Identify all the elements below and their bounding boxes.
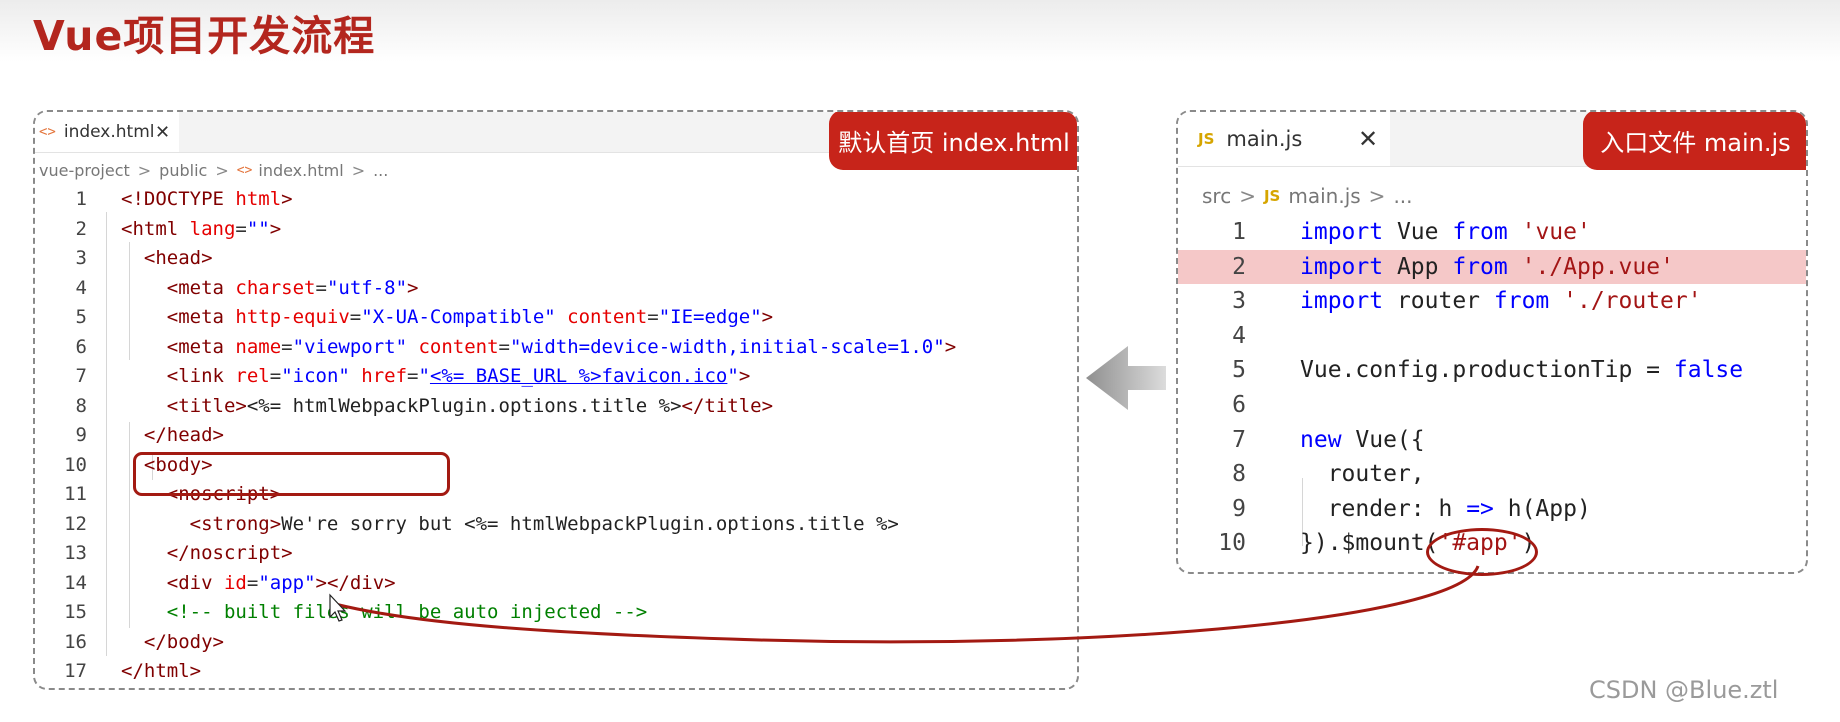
annotation-overlay	[329, 346, 1480, 644]
watermark: CSDN @Blue.ztl	[1589, 676, 1779, 704]
left-arrow-icon	[1086, 346, 1166, 410]
mouse-cursor-icon	[329, 593, 347, 622]
connector-curve	[334, 565, 1480, 644]
